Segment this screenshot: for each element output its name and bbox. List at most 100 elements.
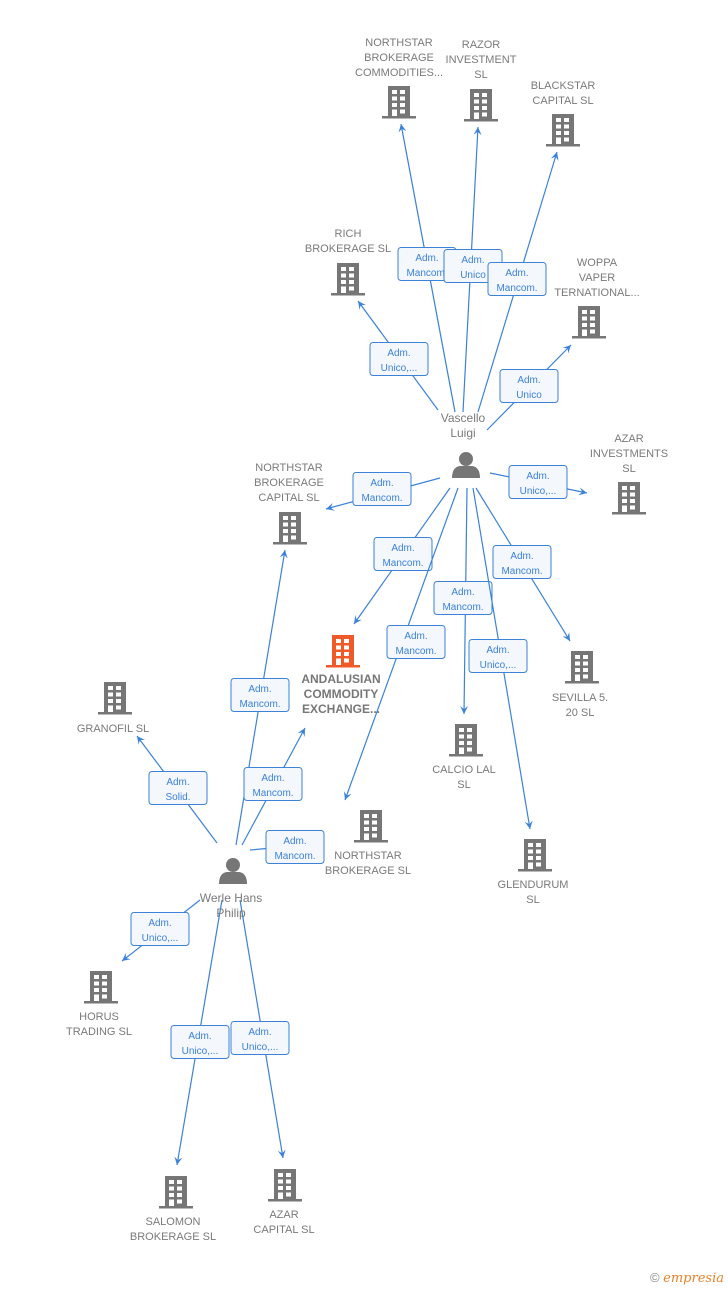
- building-icon: [98, 682, 132, 715]
- node-label: SALOMON: [145, 1216, 200, 1228]
- node-label: SL: [622, 463, 635, 475]
- node-label: BROKERAGE SL: [130, 1231, 216, 1243]
- role-label: Mancom.: [442, 602, 483, 613]
- node-andalusian[interactable]: ANDALUSIANCOMMODITYEXCHANGE...: [301, 635, 381, 716]
- role-label: Adm.: [526, 471, 549, 482]
- role-label: Mancom.: [361, 493, 402, 504]
- role-box[interactable]: Adm. Unico,...: [468, 639, 528, 673]
- node-label: Philip: [216, 906, 246, 920]
- role-label: Unico,...: [182, 1046, 219, 1057]
- role-label: Adm.: [261, 773, 284, 784]
- role-label: Unico,...: [480, 660, 517, 671]
- role-box[interactable]: Adm. Unico,...: [508, 465, 568, 499]
- node-label: AZAR: [614, 433, 643, 445]
- arrow-head-icon: [562, 632, 570, 641]
- role-label: Adm.: [505, 268, 528, 279]
- edge-vascello-northstar_brokerage: Adm. Mancom.: [343, 487, 459, 801]
- role-box[interactable]: Adm. Mancom.: [243, 767, 303, 801]
- edge-werle-andalusian: Adm. Mancom.: [241, 727, 306, 846]
- node-calcio[interactable]: CALCIO LAL SL: [432, 724, 496, 791]
- role-box[interactable]: Adm. Mancom.: [386, 625, 446, 659]
- role-box[interactable]: Adm. Mancom.: [230, 678, 290, 712]
- node-northstar_commodities[interactable]: NORTHSTAR BROKERAGE COMMODITIES...: [355, 37, 443, 119]
- node-horus[interactable]: HORUS TRADING SL: [66, 971, 132, 1038]
- node-label: NORTHSTAR: [334, 850, 401, 862]
- role-label: Adm.: [248, 1027, 271, 1038]
- role-box[interactable]: Adm. Unico,...: [369, 342, 429, 376]
- node-label: BROKERAGE SL: [325, 865, 411, 877]
- role-box[interactable]: Adm. Mancom.: [373, 537, 433, 571]
- node-northstar_brokerage[interactable]: NORTHSTAR BROKERAGE SL: [325, 810, 411, 877]
- edge-vascello-calcio: Adm. Mancom.: [433, 487, 493, 715]
- role-label: Adm.: [486, 645, 509, 656]
- role-label: Mancom.: [496, 283, 537, 294]
- node-label: COMMODITIES...: [355, 67, 443, 79]
- building-icon: [354, 810, 388, 843]
- node-blackstar[interactable]: BLACKSTAR CAPITAL SL: [531, 80, 596, 147]
- role-label: Mancom.: [274, 851, 315, 862]
- node-woppa[interactable]: WOPPA VAPER TERNATIONAL...: [554, 257, 640, 339]
- person-icon: [452, 452, 480, 478]
- node-label: CAPITAL SL: [532, 95, 593, 107]
- node-label: INVESTMENTS: [590, 448, 668, 460]
- node-label: AZAR: [269, 1209, 298, 1221]
- node-label: RICH: [335, 228, 362, 240]
- role-label: Adm.: [283, 836, 306, 847]
- node-rich[interactable]: RICH BROKERAGE SL: [305, 228, 391, 296]
- node-sevilla[interactable]: SEVILLA 5. 20 SL: [552, 651, 608, 719]
- node-glendurum[interactable]: GLENDURUM SL: [498, 839, 569, 906]
- edge-vascello-glendurum: Adm. Unico,...: [468, 487, 533, 830]
- role-label: Adm.: [148, 918, 171, 929]
- node-azar_capital[interactable]: AZAR CAPITAL SL: [253, 1169, 315, 1236]
- building-icon: [612, 482, 646, 515]
- node-werle[interactable]: Werle HansPhilip: [200, 858, 262, 920]
- role-box[interactable]: Adm. Mancom.: [487, 262, 547, 296]
- node-vascello[interactable]: VascelloLuigi: [441, 411, 486, 478]
- role-box[interactable]: Adm. Mancom.: [433, 581, 493, 615]
- edge-werle-horus: Adm. Unico,...: [121, 899, 201, 962]
- node-label: GRANOFIL SL: [77, 723, 149, 735]
- copyright-symbol: ©: [649, 1270, 660, 1285]
- node-razor[interactable]: RAZOR INVESTMENT SL: [446, 39, 517, 122]
- role-box[interactable]: Adm. Mancom.: [492, 545, 552, 579]
- role-label: Adm.: [391, 543, 414, 554]
- node-label: RAZOR: [462, 39, 501, 51]
- brand-logo[interactable]: empresia: [663, 1271, 724, 1286]
- role-box[interactable]: Adm. Unico,...: [170, 1025, 230, 1059]
- role-box[interactable]: Adm. Unico: [499, 369, 559, 403]
- building-icon: [326, 635, 360, 668]
- role-label: Adm.: [370, 478, 393, 489]
- edge-vascello-sevilla: Adm. Mancom.: [475, 487, 571, 642]
- building-icon: [382, 86, 416, 119]
- role-label: Mancom.: [406, 268, 447, 279]
- edge-werle-andalusian: Adm. Mancom.: [249, 830, 325, 864]
- node-northstar_capital[interactable]: NORTHSTAR BROKERAGE CAPITAL SL: [254, 462, 324, 545]
- building-icon: [565, 651, 599, 684]
- role-label: Adm.: [517, 375, 540, 386]
- edge-werle-azar_capital: Adm. Unico,...: [230, 899, 290, 1159]
- node-salomon[interactable]: SALOMON BROKERAGE SL: [130, 1176, 216, 1243]
- node-granofil[interactable]: GRANOFIL SL: [77, 682, 149, 735]
- role-label: Adm.: [404, 631, 427, 642]
- node-label: Vascello: [441, 411, 486, 425]
- node-azar_inv[interactable]: AZAR INVESTMENTS SL: [590, 433, 668, 515]
- building-icon: [273, 512, 307, 545]
- node-label: CAPITAL SL: [253, 1224, 314, 1236]
- edge-vascello-northstar_capital: Adm. Mancom.: [325, 472, 441, 511]
- building-icon: [84, 971, 118, 1004]
- node-label: EXCHANGE...: [302, 702, 380, 716]
- role-box[interactable]: Adm. Unico,...: [130, 912, 190, 946]
- role-box[interactable]: Adm. Mancom.: [265, 830, 325, 864]
- role-box[interactable]: Adm. Solid.: [148, 771, 208, 805]
- role-label: Unico,...: [520, 486, 557, 497]
- node-label: GLENDURUM: [498, 879, 569, 891]
- node-label: CALCIO LAL: [432, 764, 496, 776]
- building-icon: [268, 1169, 302, 1202]
- role-label: Mancom.: [382, 558, 423, 569]
- node-label: Luigi: [450, 426, 475, 440]
- role-box[interactable]: Adm. Unico,...: [230, 1021, 290, 1055]
- role-label: Mancom.: [252, 788, 293, 799]
- role-box[interactable]: Adm. Mancom.: [352, 472, 412, 506]
- building-icon: [331, 263, 365, 296]
- node-label: COMMODITY: [304, 687, 379, 701]
